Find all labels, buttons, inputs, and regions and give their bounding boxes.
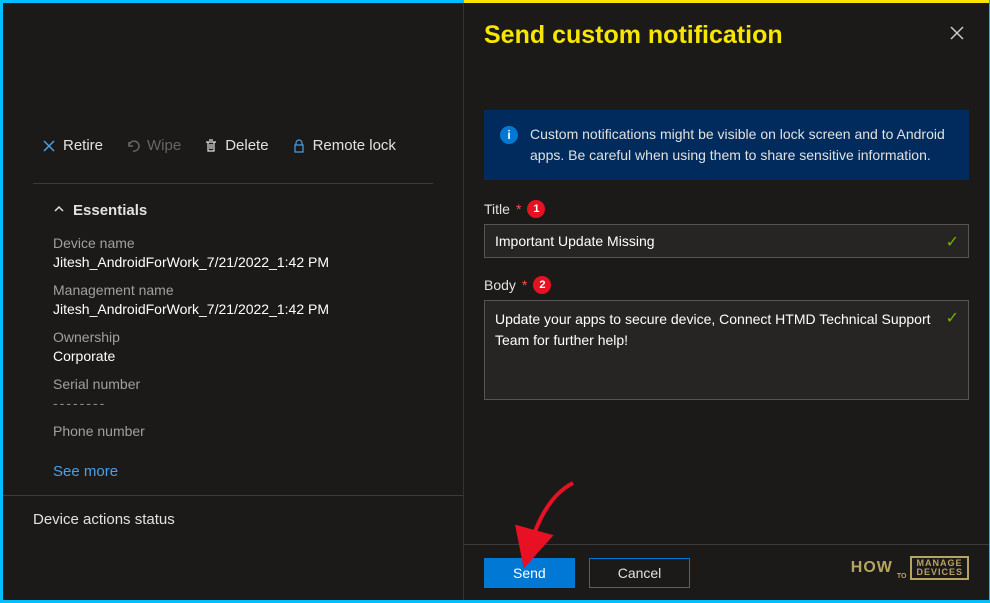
send-button[interactable]: Send — [484, 558, 575, 588]
field-value: Jitesh_AndroidForWork_7/21/2022_1:42 PM — [53, 254, 413, 270]
info-banner: i Custom notifications might be visible … — [484, 110, 969, 180]
delete-label: Delete — [225, 137, 268, 154]
undo-icon — [125, 138, 141, 154]
field-value: Jitesh_AndroidForWork_7/21/2022_1:42 PM — [53, 301, 413, 317]
close-icon — [949, 25, 965, 45]
chevron-up-icon — [53, 202, 65, 219]
delete-button[interactable]: Delete — [195, 133, 276, 158]
field-value: Corporate — [53, 348, 413, 364]
body-label: Body — [484, 277, 516, 293]
button-row: Send Cancel — [484, 548, 690, 588]
remote-lock-button[interactable]: Remote lock — [283, 133, 404, 158]
field-phone-number: Phone number — [3, 417, 463, 448]
panel-header: Send custom notification — [464, 0, 989, 60]
field-management-name: Management name Jitesh_AndroidForWork_7/… — [3, 276, 463, 323]
field-ownership: Ownership Corporate — [3, 323, 463, 370]
body-label-row: Body * 2 — [484, 276, 969, 294]
cancel-button[interactable]: Cancel — [589, 558, 691, 588]
panel-title: Send custom notification — [484, 21, 783, 50]
logo-devices: DEVICES — [916, 568, 963, 577]
field-value-redacted: -------- — [53, 395, 413, 411]
device-actions-status-header: Device actions status — [3, 495, 463, 528]
annotation-badge-2: 2 — [533, 276, 551, 294]
field-label: Management name — [53, 282, 413, 298]
info-icon: i — [500, 126, 518, 144]
field-serial-number: Serial number -------- — [3, 370, 463, 417]
field-device-name: Device name Jitesh_AndroidForWork_7/21/2… — [3, 229, 463, 276]
field-label: Serial number — [53, 376, 413, 392]
field-label: Ownership — [53, 329, 413, 345]
lock-icon — [291, 138, 307, 154]
retire-x-icon — [41, 138, 57, 154]
logo-to: TO — [897, 573, 907, 580]
essentials-toggle[interactable]: Essentials — [3, 184, 463, 229]
wipe-button: Wipe — [117, 133, 189, 158]
checkmark-icon: ✓ — [946, 308, 959, 328]
annotation-badge-1: 1 — [527, 200, 545, 218]
required-star-icon: * — [516, 201, 521, 217]
send-notification-panel: Send custom notification i Custom notifi… — [463, 3, 989, 600]
essentials-header-text: Essentials — [73, 202, 147, 219]
body-input-wrap: ✓ — [484, 300, 969, 405]
title-label-row: Title * 1 — [484, 200, 969, 218]
title-form-group: Title * 1 ✓ — [484, 200, 969, 258]
remote-lock-label: Remote lock — [313, 137, 396, 154]
close-button[interactable] — [945, 21, 969, 50]
title-label: Title — [484, 201, 510, 217]
body-textarea[interactable] — [484, 300, 969, 400]
device-detail-panel: Retire Wipe Delete Remote lock Essential… — [3, 3, 463, 600]
field-label: Device name — [53, 235, 413, 251]
watermark-logo: HOW TO MANAGE DEVICES — [851, 556, 969, 580]
field-label: Phone number — [53, 423, 413, 439]
info-text: Custom notifications might be visible on… — [530, 124, 953, 166]
required-star-icon: * — [522, 277, 527, 293]
logo-right: MANAGE DEVICES — [910, 556, 969, 580]
wipe-label: Wipe — [147, 137, 181, 154]
retire-button[interactable]: Retire — [33, 133, 111, 158]
title-input[interactable] — [484, 224, 969, 258]
checkmark-icon: ✓ — [946, 232, 959, 252]
body-form-group: Body * 2 ✓ — [484, 276, 969, 405]
see-more-link[interactable]: See more — [3, 448, 168, 495]
device-toolbar: Retire Wipe Delete Remote lock — [3, 123, 463, 168]
logo-how: HOW — [851, 559, 893, 577]
title-input-wrap: ✓ — [484, 224, 969, 258]
trash-icon — [203, 138, 219, 154]
retire-label: Retire — [63, 137, 103, 154]
